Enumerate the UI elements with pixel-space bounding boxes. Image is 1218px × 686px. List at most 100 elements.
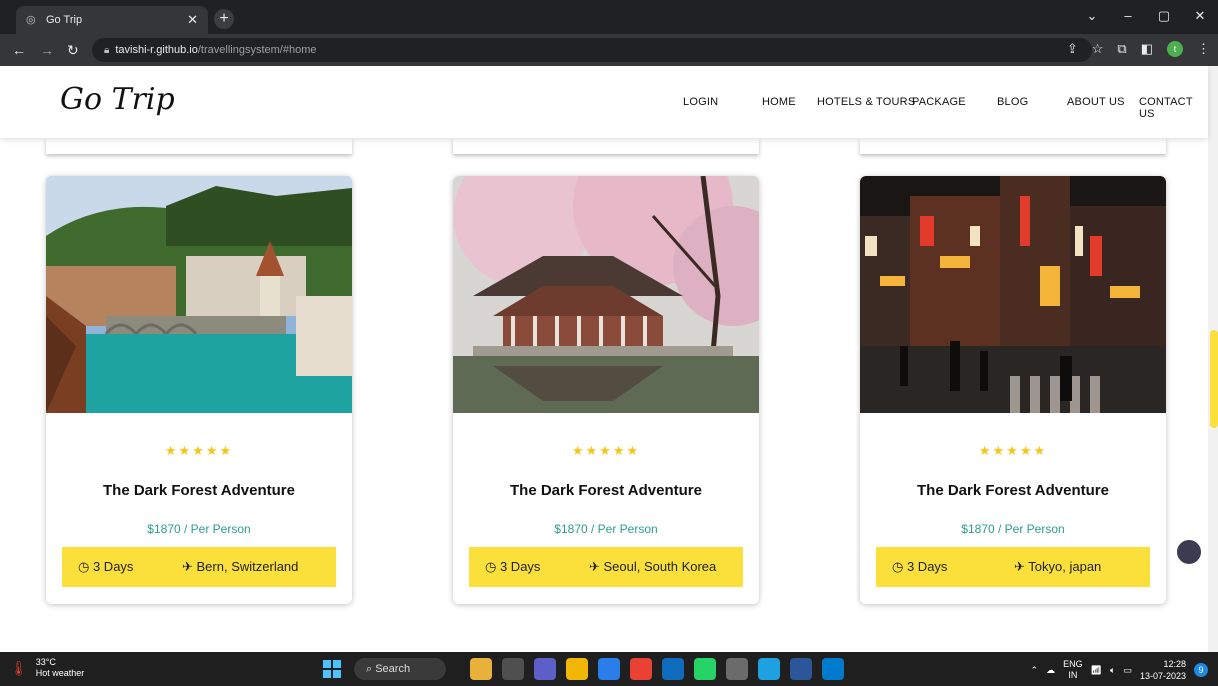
tour-image bbox=[453, 176, 759, 413]
minimize-button[interactable]: – bbox=[1110, 0, 1146, 34]
taskbar-apps bbox=[470, 658, 844, 680]
url-host: tavishi-r.github.io bbox=[115, 44, 198, 56]
lock-icon: 🔒︎ bbox=[104, 45, 110, 56]
share-icon[interactable]: ⇪ bbox=[1067, 41, 1078, 57]
tour-duration: ◷ 3 Days bbox=[892, 559, 947, 575]
reload-icon[interactable]: ↻ bbox=[67, 41, 79, 59]
globe-icon: ◎ bbox=[26, 14, 36, 26]
previous-card-bottom bbox=[46, 138, 352, 154]
onedrive-icon[interactable]: ☁ bbox=[1046, 665, 1055, 676]
tour-info-bar: ◷ 3 Days ✈ Bern, Switzerland bbox=[62, 547, 336, 587]
site-logo[interactable]: Go Trip bbox=[60, 82, 175, 117]
chat-icon[interactable] bbox=[534, 658, 556, 680]
site-header: Go Trip LOGIN HOME HOTELS & TOURS PACKAG… bbox=[0, 66, 1208, 138]
close-window-button[interactable]: ✕ bbox=[1182, 0, 1218, 34]
clock-icon: ◷ bbox=[78, 559, 93, 574]
nav-contact-us[interactable]: CONTACT US bbox=[1139, 96, 1208, 120]
tour-card[interactable]: ★★★★★ The Dark Forest Adventure $1870 / … bbox=[46, 176, 352, 604]
rating-stars: ★★★★★ bbox=[571, 443, 641, 458]
widgets-icon[interactable] bbox=[470, 658, 492, 680]
browser-toolbar: ← → ↻ 🔒︎ tavishi-r.github.io/travellingsy… bbox=[0, 34, 1218, 66]
airplane-icon: ✈ bbox=[182, 559, 197, 574]
volume-icon[interactable]: 🔈︎ bbox=[1110, 665, 1115, 676]
page-scrollbar[interactable] bbox=[1208, 66, 1218, 652]
tour-image bbox=[46, 176, 352, 413]
app-icon[interactable] bbox=[726, 658, 748, 680]
star-icon[interactable]: ☆ bbox=[1092, 41, 1104, 57]
nav-login[interactable]: LOGIN bbox=[683, 96, 718, 108]
windows-taskbar: 🌡︎ 33°C Hot weather ⌕ Search ⌃ ☁ ENG IN … bbox=[0, 652, 1218, 686]
store-icon[interactable] bbox=[598, 658, 620, 680]
restore-button[interactable]: ▢ bbox=[1146, 0, 1182, 34]
battery-icon[interactable]: ▭ bbox=[1123, 665, 1132, 676]
tour-image bbox=[860, 176, 1166, 413]
mail-icon[interactable] bbox=[662, 658, 684, 680]
chat-bot-icon[interactable] bbox=[1175, 538, 1203, 566]
scrollbar-thumb[interactable] bbox=[1210, 330, 1218, 428]
nav-hotels-tours[interactable]: HOTELS & TOURS bbox=[817, 96, 915, 108]
tour-title: The Dark Forest Adventure bbox=[103, 482, 295, 499]
taskbar-search[interactable]: ⌕ Search bbox=[354, 658, 446, 680]
tour-info-bar: ◷ 3 Days ✈ Seoul, South Korea bbox=[469, 547, 743, 587]
tour-title: The Dark Forest Adventure bbox=[917, 482, 1109, 499]
chrome-icon[interactable] bbox=[630, 658, 652, 680]
page-viewport: Go Trip LOGIN HOME HOTELS & TOURS PACKAG… bbox=[0, 66, 1218, 652]
tour-card[interactable]: ★★★★★ The Dark Forest Adventure $1870 / … bbox=[860, 176, 1166, 604]
tour-duration: ◷ 3 Days bbox=[78, 559, 133, 575]
word-icon[interactable] bbox=[790, 658, 812, 680]
new-tab-button[interactable]: + bbox=[214, 9, 234, 29]
tour-info-bar: ◷ 3 Days ✈ Tokyo, japan bbox=[876, 547, 1150, 587]
clock[interactable]: 12:28 13-07-2023 bbox=[1140, 658, 1186, 682]
previous-card-bottom bbox=[860, 138, 1166, 154]
forward-icon[interactable]: → bbox=[40, 41, 54, 59]
whatsapp-icon[interactable] bbox=[694, 658, 716, 680]
clock-date: 13-07-2023 bbox=[1139, 671, 1186, 681]
nav-about-us[interactable]: ABOUT US bbox=[1067, 96, 1125, 108]
address-bar[interactable]: 🔒︎ tavishi-r.github.io/travellingsystem/#… bbox=[92, 38, 1092, 62]
close-tab-icon[interactable]: ✕ bbox=[187, 12, 198, 28]
lang-code: ENG bbox=[1063, 659, 1083, 669]
tour-price: $1870 / Per Person bbox=[554, 522, 658, 536]
chevron-up-icon[interactable]: ⌃ bbox=[1031, 665, 1039, 676]
language-indicator[interactable]: ENG IN bbox=[1063, 659, 1083, 681]
duration-text: 3 Days bbox=[499, 559, 541, 574]
location-text: Tokyo, japan bbox=[1028, 559, 1102, 574]
weather-condition: Hot weather bbox=[35, 668, 85, 678]
weather-temp: 33°C bbox=[35, 657, 56, 667]
location-text: Bern, Switzerland bbox=[196, 559, 299, 574]
back-icon[interactable]: ← bbox=[12, 41, 26, 59]
system-tray: ⌃ ☁ ENG IN 📶︎ 🔈︎ ▭ 12:28 13-07-2023 9 bbox=[1031, 658, 1208, 682]
tab-title: Go Trip bbox=[46, 14, 83, 26]
duration-text: 3 Days bbox=[92, 559, 134, 574]
task-view-icon[interactable] bbox=[502, 658, 524, 680]
menu-icon[interactable]: ⋮ bbox=[1197, 41, 1210, 57]
search-icon: ⌕ bbox=[366, 663, 376, 675]
wifi-icon[interactable]: 📶︎ bbox=[1091, 665, 1102, 676]
notification-badge[interactable]: 9 bbox=[1194, 663, 1208, 677]
duration-text: 3 Days bbox=[906, 559, 948, 574]
weather-widget[interactable]: 🌡︎ 33°C Hot weather bbox=[10, 657, 84, 679]
nav-home[interactable]: HOME bbox=[762, 96, 796, 108]
url-path: /travellingsystem/#home bbox=[197, 44, 317, 56]
rating-stars: ★★★★★ bbox=[164, 443, 234, 458]
nav-package[interactable]: PACKAGE bbox=[912, 96, 966, 108]
tour-price: $1870 / Per Person bbox=[961, 522, 1065, 536]
edge-icon[interactable] bbox=[758, 658, 780, 680]
vscode-icon[interactable] bbox=[822, 658, 844, 680]
browser-tab[interactable]: ◎ Go Trip ✕ bbox=[16, 6, 208, 34]
tour-location: ✈ Tokyo, japan bbox=[1014, 559, 1101, 575]
windows-start-icon[interactable] bbox=[323, 660, 341, 678]
lang-region: IN bbox=[1068, 670, 1078, 680]
window-controls: ⌄ – ▢ ✕ bbox=[1074, 0, 1218, 34]
file-explorer-icon[interactable] bbox=[566, 658, 588, 680]
tour-location: ✈ Bern, Switzerland bbox=[182, 559, 298, 575]
profile-avatar[interactable]: t bbox=[1167, 41, 1183, 57]
chevron-down-icon[interactable]: ⌄ bbox=[1074, 0, 1110, 34]
extensions-icon[interactable]: ⧉ bbox=[1117, 41, 1126, 57]
nav-blog[interactable]: BLOG bbox=[997, 96, 1028, 108]
previous-card-bottom bbox=[453, 138, 759, 154]
sidepanel-icon[interactable]: ◧ bbox=[1141, 41, 1153, 57]
tour-card[interactable]: ★★★★★ The Dark Forest Adventure $1870 / … bbox=[453, 176, 759, 604]
rating-stars: ★★★★★ bbox=[978, 443, 1048, 458]
tour-location: ✈ Seoul, South Korea bbox=[589, 559, 716, 575]
